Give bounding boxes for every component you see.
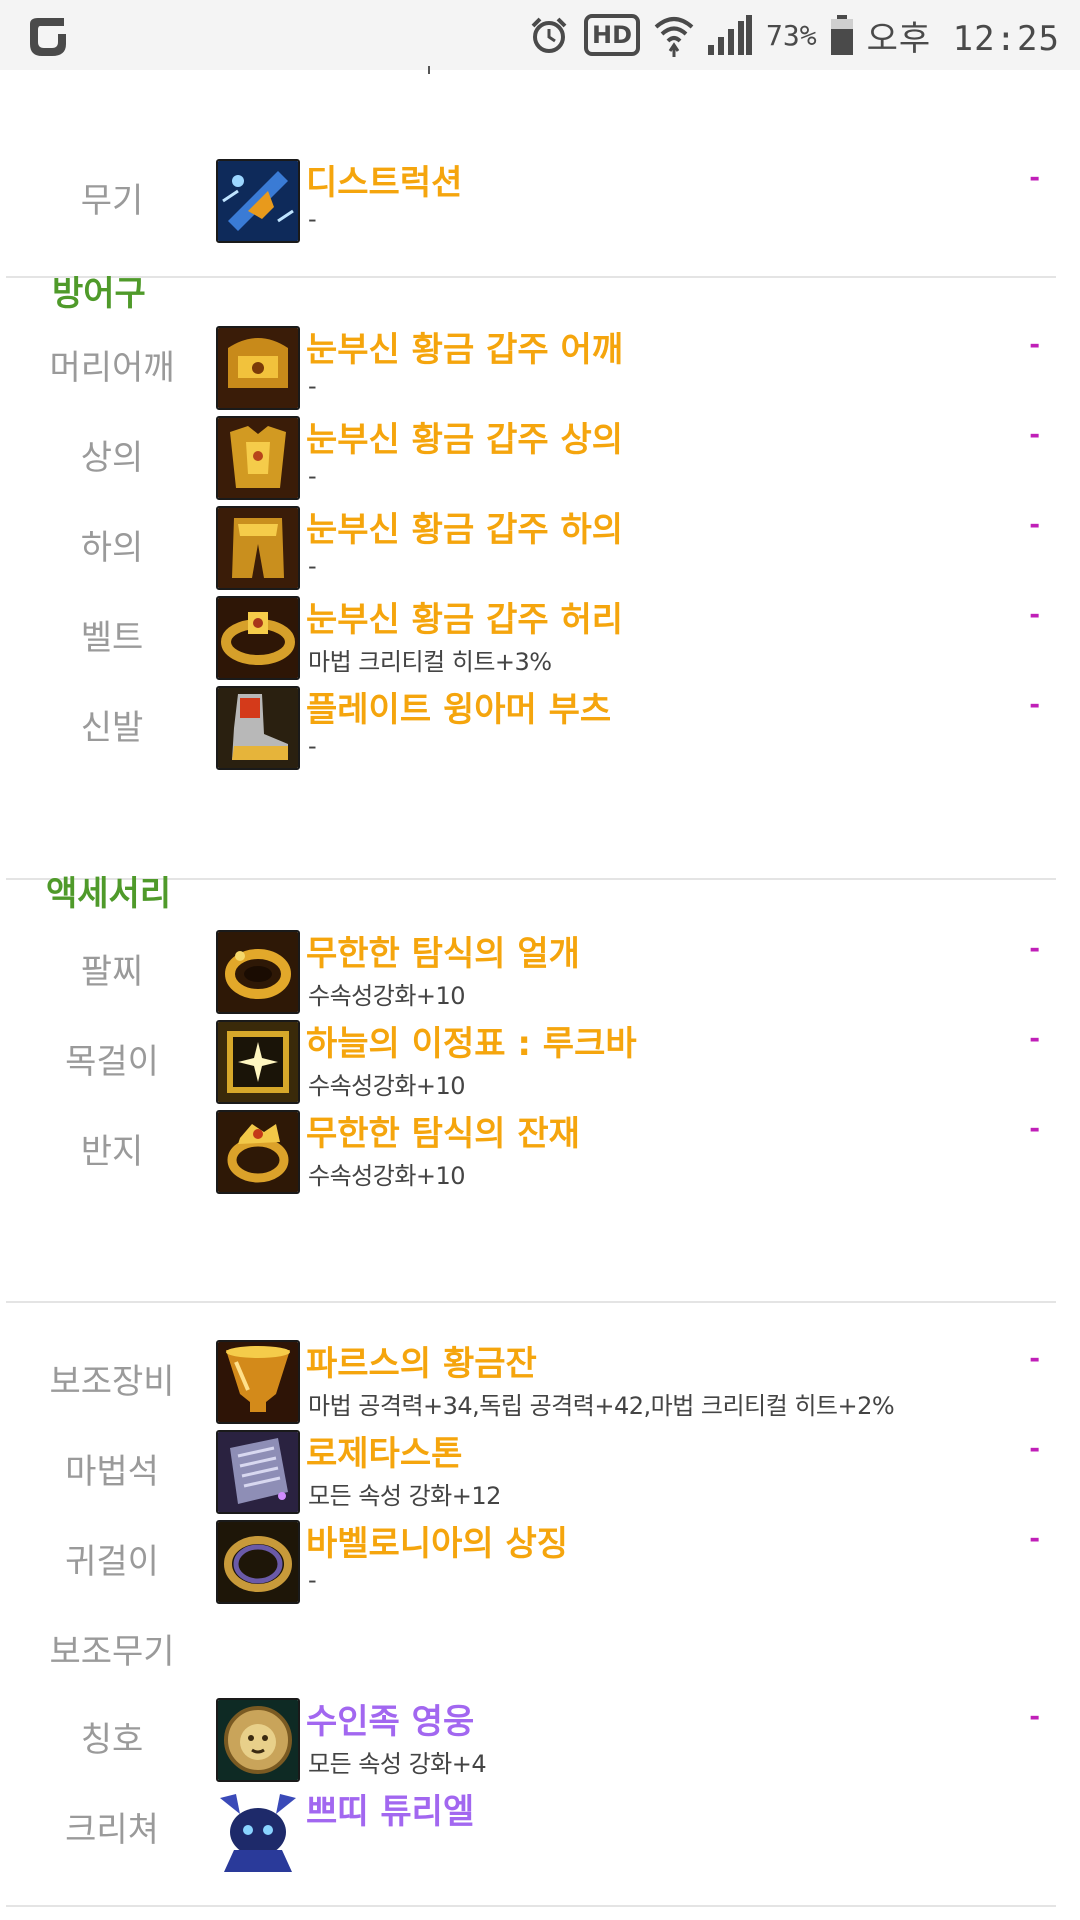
item-option: - [308, 205, 317, 233]
item-name: 무한한 탐식의 얼개 [306, 934, 580, 974]
item-option: 수속성강화+10 [308, 982, 466, 1010]
item-option: 수속성강화+10 [308, 1072, 466, 1100]
item-dash: - [1029, 1702, 1040, 1732]
item-name: 디스트럭션 [306, 163, 463, 203]
equipment-row-necklace[interactable]: 목걸이 하늘의 이정표 : 루크바 수속성강화+10 - [0, 1020, 1080, 1104]
item-dash: - [1029, 1114, 1040, 1144]
shoulder-icon [216, 326, 300, 410]
item-name: 수인족 영웅 [306, 1702, 475, 1742]
cup-icon [216, 1340, 300, 1424]
item-dash: - [1029, 1344, 1040, 1374]
slot-label: 칭호 [80, 1720, 144, 1760]
equipment-row-belt[interactable]: 벨트 눈부신 황금 갑주 허리 마법 크리티컬 히트+3% - [0, 596, 1080, 680]
weapon-icon [216, 159, 300, 243]
item-name: 무한한 탐식의 잔재 [306, 1114, 580, 1154]
alarm-icon [528, 14, 570, 56]
slot-label: 보조장비 [49, 1362, 175, 1402]
item-name: 눈부신 황금 갑주 어깨 [306, 330, 624, 370]
ring-icon [216, 1110, 300, 1194]
signal-icon [708, 15, 753, 55]
item-dash: - [1029, 510, 1040, 540]
item-name: 바벨로니아의 상징 [306, 1524, 569, 1564]
item-dash: - [1029, 1434, 1040, 1464]
item-option: 수속성강화+10 [308, 1162, 466, 1190]
magic-stone-icon [216, 1430, 300, 1514]
equipment-row-shoulder[interactable]: 머리어깨 눈부신 황금 갑주 어깨 - - [0, 326, 1080, 410]
section-header-armor: 방어구 [52, 274, 146, 314]
item-name: 로제타스톤 [306, 1434, 463, 1474]
item-dash: - [1029, 690, 1040, 720]
slot-label: 상의 [80, 438, 144, 478]
item-dash: - [1029, 420, 1040, 450]
bottom-icon [216, 506, 300, 590]
equipment-row-bottom[interactable]: 하의 눈부신 황금 갑주 하의 - - [0, 506, 1080, 590]
belt-icon [216, 596, 300, 680]
slot-label: 귀걸이 [65, 1542, 159, 1582]
equipment-row-bracelet[interactable]: 팔찌 무한한 탐식의 얼개 수속성강화+10 - [0, 930, 1080, 1014]
item-option: 마법 크리티컬 히트+3% [308, 648, 552, 676]
slot-label: 크리쳐 [65, 1810, 159, 1850]
item-name: 하늘의 이정표 : 루크바 [306, 1024, 637, 1064]
item-dash: - [1029, 934, 1040, 964]
item-dash: - [1029, 1024, 1040, 1054]
slot-label: 머리어깨 [49, 348, 175, 388]
item-option: - [308, 372, 317, 400]
lion-emblem-icon [216, 1698, 300, 1782]
wifi-icon [654, 13, 694, 57]
item-dash: - [1029, 330, 1040, 360]
slot-label: 마법석 [65, 1452, 159, 1492]
item-option: 모든 속성 강화+12 [308, 1482, 501, 1510]
equipment-row-magicstone[interactable]: 마법석 로제타스톤 모든 속성 강화+12 - [0, 1430, 1080, 1514]
clock: 오후 12:25 [866, 18, 1060, 59]
app-logo-icon [30, 18, 66, 56]
divider [6, 1301, 1056, 1303]
equipment-row-ring[interactable]: 반지 무한한 탐식의 잔재 수속성강화+10 - [0, 1110, 1080, 1194]
divider [6, 276, 1056, 278]
item-option: - [308, 462, 317, 490]
equipment-row-boots[interactable]: 신발 플레이트 윙아머 부츠 - - [0, 686, 1080, 770]
equipment-row-subweapon[interactable]: 보조무기 [0, 1610, 1080, 1694]
section-header-accessory: 액세서리 [46, 874, 172, 914]
item-option: - [308, 732, 317, 760]
item-name: 파르스의 황금잔 [306, 1344, 537, 1384]
equipment-row-title[interactable]: 칭호 수인족 영웅 모든 속성 강화+4 - [0, 1698, 1080, 1782]
equipment-row-subequip[interactable]: 보조장비 파르스의 황금잔 마법 공격력+34,독립 공격력+42,마법 크리티… [0, 1340, 1080, 1424]
bracelet-icon [216, 930, 300, 1014]
status-bar: HD 73% 오후 12:25 [0, 0, 1080, 70]
equipment-row-weapon[interactable]: 무기 디스트럭션 - - [0, 159, 1080, 243]
top-icon [216, 416, 300, 500]
item-name: 눈부신 황금 갑주 상의 [306, 420, 624, 460]
earring-icon [216, 1520, 300, 1604]
slot-label: 신발 [80, 708, 144, 748]
divider [6, 1905, 1056, 1907]
battery-icon [830, 15, 853, 55]
item-option: 모든 속성 강화+4 [308, 1750, 487, 1778]
slot-label: 하의 [80, 528, 144, 568]
creature-icon [216, 1788, 300, 1872]
hd-badge-icon: HD [584, 14, 641, 56]
equipment-row-creature[interactable]: 크리쳐 쁘띠 튜리엘 [0, 1788, 1080, 1872]
item-dash: - [1029, 1524, 1040, 1554]
item-option: 마법 공격력+34,독립 공격력+42,마법 크리티컬 히트+2% [308, 1392, 895, 1420]
slot-label: 보조무기 [49, 1632, 175, 1672]
battery-percent: 73% [766, 18, 817, 52]
slot-label: 벨트 [80, 618, 144, 658]
slot-label: 팔찌 [80, 952, 144, 992]
equipment-row-top[interactable]: 상의 눈부신 황금 갑주 상의 - - [0, 416, 1080, 500]
item-name: 플레이트 윙아머 부츠 [306, 690, 612, 730]
equipment-row-earring[interactable]: 귀걸이 바벨로니아의 상징 - - [0, 1520, 1080, 1604]
item-name: 눈부신 황금 갑주 허리 [306, 600, 624, 640]
slot-label: 반지 [80, 1132, 144, 1172]
item-name: 쁘띠 튜리엘 [306, 1792, 475, 1832]
item-name: 눈부신 황금 갑주 하의 [306, 510, 624, 550]
slot-label: 무기 [80, 181, 144, 221]
necklace-icon [216, 1020, 300, 1104]
item-dash: - [1029, 163, 1040, 193]
boots-icon [216, 686, 300, 770]
item-dash: - [1029, 600, 1040, 630]
slot-label: 목걸이 [65, 1042, 159, 1082]
item-option: - [308, 552, 317, 580]
item-option: - [308, 1566, 317, 1594]
scroll-remnant [428, 66, 430, 74]
